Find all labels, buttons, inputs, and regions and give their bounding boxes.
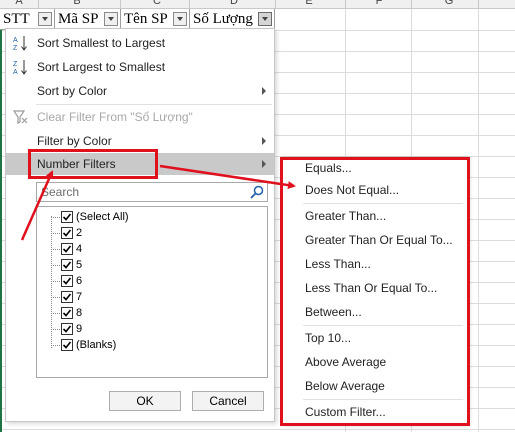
arrow-to-submenu [159, 164, 296, 190]
annotation-arrows [20, 164, 296, 241]
arrow-up-to-number-filters [20, 170, 54, 241]
